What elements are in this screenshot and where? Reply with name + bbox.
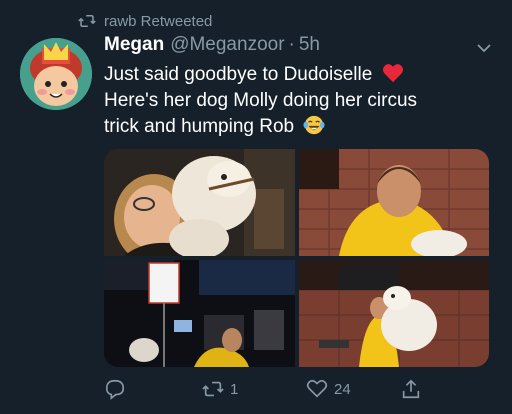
like-count: 24	[334, 380, 351, 398]
chevron-down-icon[interactable]	[474, 38, 494, 58]
tweet-line-2: Here's her dog Molly doing her circus	[104, 90, 418, 111]
tweet-actions: 1 24	[104, 374, 494, 404]
share-icon	[402, 379, 420, 399]
tweet-header: Megan @Meganzoor · 5h	[104, 34, 320, 56]
retweet-icon	[78, 15, 96, 27]
woman-holding-dog-photo[interactable]	[104, 149, 295, 256]
reply-icon	[105, 379, 125, 400]
like-icon	[306, 379, 328, 398]
avatar[interactable]	[20, 38, 92, 110]
tweet-text: Just said goodbye to Dudoiselle Here's h…	[104, 62, 494, 140]
separator-dot: ·	[288, 34, 295, 55]
tweet-line-3-text: trick and humping Rob	[104, 116, 295, 137]
retweet-icon	[202, 381, 224, 397]
retweeted-by-row[interactable]: rawb Retweeted	[78, 10, 212, 32]
author-handle[interactable]: @Meganzoor	[170, 34, 284, 56]
avatar-illustration	[20, 38, 92, 110]
tweet-line-1-text: Just said goodbye to Dudoiselle	[104, 64, 373, 85]
dog-climbing-on-man-photo[interactable]	[299, 260, 489, 367]
media-grid[interactable]	[104, 149, 489, 367]
tweet-line-1: Just said goodbye to Dudoiselle	[104, 62, 494, 88]
like-button[interactable]: 24	[306, 374, 351, 404]
laughing-tears-emoji	[303, 115, 325, 135]
street-at-night-photo[interactable]	[104, 260, 295, 367]
red-heart-emoji	[382, 64, 403, 83]
reply-button[interactable]	[104, 374, 132, 404]
retweet-count: 1	[230, 380, 239, 398]
author-name[interactable]: Megan	[104, 34, 164, 56]
retweeted-by-label: rawb Retweeted	[104, 12, 213, 30]
share-button[interactable]	[400, 374, 428, 404]
tweet-timestamp[interactable]: 5h	[299, 34, 320, 56]
retweet-button[interactable]: 1	[202, 374, 238, 404]
man-in-yellow-with-dog-photo[interactable]	[299, 149, 489, 256]
tweet-line-3: trick and humping Rob	[104, 114, 494, 140]
